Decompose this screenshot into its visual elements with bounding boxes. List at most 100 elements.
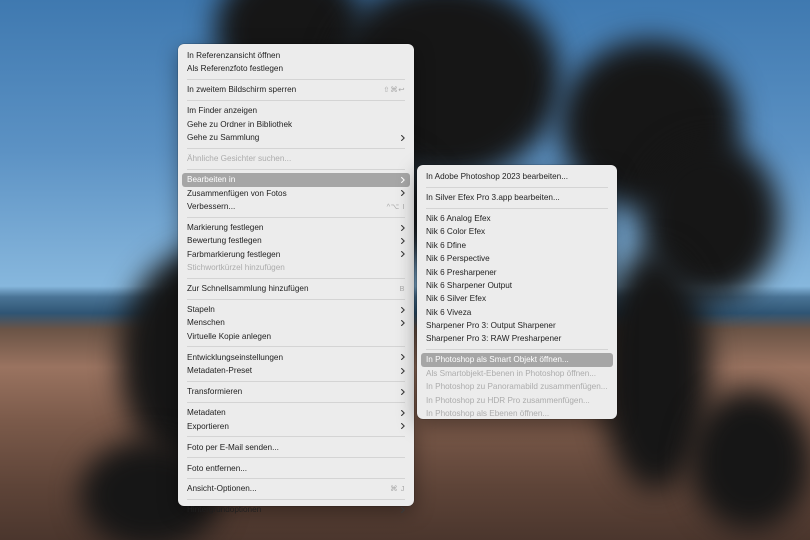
menu-item-menschen[interactable]: Menschen [182,316,410,329]
menu-item-sharpener-pro-3-output-sharpener[interactable]: Sharpener Pro 3: Output Sharpener [421,319,613,332]
menu-item-label: Farbmarkierung festlegen [187,249,281,259]
chevron-right-icon [397,131,405,144]
menu-item-hintergrundoptionen[interactable]: Hintergrundoptionen [182,503,410,516]
menu-separator [187,401,405,403]
menu-item-nik-6-silver-efex[interactable]: Nik 6 Silver Efex [421,292,613,305]
menu-item-label: Markierung festlegen [187,222,264,232]
menu-item-nik-6-sharpener-output[interactable]: Nik 6 Sharpener Output [421,279,613,292]
menu-item-im-finder-anzeigen[interactable]: Im Finder anzeigen [182,104,410,117]
menu-item-in-silver-efex-pro-3-app-bearbeiten[interactable]: In Silver Efex Pro 3.app bearbeiten... [421,191,613,204]
menu-item-sharpener-pro-3-raw-presharpener[interactable]: Sharpener Pro 3: RAW Presharpener [421,332,613,345]
menu-item-markierung-festlegen[interactable]: Markierung festlegen [182,221,410,234]
menu-item-nik-6-analog-efex[interactable]: Nik 6 Analog Efex [421,212,613,225]
chevron-right-icon [397,364,405,377]
chevron-right-icon [397,303,405,316]
menu-item-gehe-zu-ordner-in-bibliothek[interactable]: Gehe zu Ordner in Bibliothek [182,118,410,131]
menu-item-stapeln[interactable]: Stapeln [182,303,410,316]
menu-item-transformieren[interactable]: Transformieren [182,385,410,398]
menu-item-label: In Photoshop als Smart Objekt öffnen... [426,355,569,365]
menu-item-farbmarkierung-festlegen[interactable]: Farbmarkierung festlegen [182,248,410,261]
menu-item-label: Stapeln [187,305,215,315]
menu-item-label: Nik 6 Dfine [426,240,467,250]
keyboard-shortcut: ^⌥ I [386,201,405,211]
menu-item-label: Zusammenfügen von Fotos [187,188,287,198]
menu-item-label: Ähnliche Gesichter suchen... [187,154,292,164]
menu-item-label: Gehe zu Ordner in Bibliothek [187,119,293,129]
menu-separator [187,457,405,459]
menu-item-label: Nik 6 Sharpener Output [426,280,513,290]
menu-item-aehnliche-gesichter-suchen: Ähnliche Gesichter suchen... [182,152,410,165]
menu-item-bewertung-festlegen[interactable]: Bewertung festlegen [182,234,410,247]
menu-item-label: In Referenzansicht öffnen [187,51,281,60]
menu-separator [187,168,405,170]
menu-item-nik-6-color-efex[interactable]: Nik 6 Color Efex [421,225,613,238]
menu-separator [187,79,405,81]
menu-item-in-zweitem-bildschirm-sperren[interactable]: In zweitem Bildschirm sperren ⇧⌘↩ [182,83,410,96]
menu-item-metadaten[interactable]: Metadaten [182,406,410,419]
menu-item-zur-schnellsammlung-hinzufuegen[interactable]: Zur Schnellsammlung hinzufügen B [182,282,410,295]
chevron-right-icon [397,385,405,398]
menu-item-in-photoshop-als-ebenen-oeffnen: In Photoshop als Ebenen öffnen... [421,407,613,420]
menu-item-nik-6-presharpener[interactable]: Nik 6 Presharpener [421,266,613,279]
menu-item-entwicklungseinstellungen[interactable]: Entwicklungseinstellungen [182,351,410,364]
chevron-right-icon [397,221,405,234]
chevron-right-icon [397,316,405,329]
chevron-right-icon [397,420,405,433]
menu-item-stichwortkuerzel-hinzufuegen: Stichwortkürzel hinzufügen [182,261,410,274]
menu-item-gehe-zu-sammlung[interactable]: Gehe zu Sammlung [182,131,410,144]
menu-separator [187,277,405,279]
menu-separator [187,298,405,300]
menu-separator [187,436,405,438]
menu-item-label: Nik 6 Presharpener [426,267,497,277]
menu-item-foto-per-e-mail-senden[interactable]: Foto per E-Mail senden... [182,441,410,454]
menu-item-bearbeiten-in[interactable]: Bearbeiten in [182,173,410,187]
menu-item-label: Virtuelle Kopie anlegen [187,331,272,341]
context-menu: In Referenzansicht öffnen Als Referenzfot… [178,44,414,514]
chevron-right-icon [397,351,405,364]
menu-item-als-referenzfoto-festlegen[interactable]: Als Referenzfoto festlegen [182,62,410,75]
menu-item-label: Als Referenzfoto festlegen [187,64,284,74]
menu-item-label: Ansicht-Optionen... [187,484,257,494]
menu-item-als-smartobjekt-ebenen-in-photoshop-oeffnen: Als Smartobjekt-Ebenen in Photoshop öffn… [421,367,613,380]
menu-separator [426,349,608,351]
chevron-right-icon [397,406,405,419]
menu-item-virtuelle-kopie-anlegen[interactable]: Virtuelle Kopie anlegen [182,330,410,343]
menu-item-label: Hintergrundoptionen [187,505,262,515]
keyboard-shortcut: ⌘ J [390,484,405,494]
chevron-right-icon [397,187,405,200]
chevron-right-icon [397,248,405,261]
menu-item-in-referenzansicht-oeffnen[interactable]: In Referenzansicht öffnen [182,49,410,62]
menu-item-nik-6-dfine[interactable]: Nik 6 Dfine [421,239,613,252]
menu-separator [187,499,405,501]
menu-separator [426,186,608,188]
menu-separator [187,147,405,149]
chevron-right-icon [397,173,405,186]
menu-separator [187,216,405,218]
menu-separator [187,100,405,102]
menu-item-in-photoshop-zu-panoramabild-zusammenfuegen: In Photoshop zu Panoramabild zusammenfüg… [421,380,613,393]
edit-in-submenu: In Adobe Photoshop 2023 bearbeiten... In … [417,165,617,419]
menu-item-label: Nik 6 Analog Efex [426,213,491,223]
menu-item-zusammenfuegen-von-fotos[interactable]: Zusammenfügen von Fotos [182,187,410,200]
menu-item-metadaten-preset[interactable]: Metadaten-Preset [182,364,410,377]
menu-item-label: In Photoshop zu HDR Pro zusammenfügen... [426,395,590,405]
menu-item-label: Menschen [187,318,225,328]
menu-item-label: Metadaten [187,408,226,418]
menu-item-nik-6-viveza[interactable]: Nik 6 Viveza [421,306,613,319]
menu-item-label: Verbessern... [187,201,236,211]
menu-item-label: Stichwortkürzel hinzufügen [187,263,285,273]
menu-item-foto-entfernen[interactable]: Foto entfernen... [182,462,410,475]
menu-separator [187,380,405,382]
menu-item-label: In zweitem Bildschirm sperren [187,85,297,95]
menu-item-verbessern[interactable]: Verbessern... ^⌥ I [182,200,410,213]
keyboard-shortcut: B [399,284,405,294]
menu-item-nik-6-perspective[interactable]: Nik 6 Perspective [421,252,613,265]
menu-item-label: In Photoshop zu Panoramabild zusammenfüg… [426,382,608,392]
chevron-right-icon [397,234,405,247]
menu-item-label: Nik 6 Silver Efex [426,294,487,304]
menu-item-exportieren[interactable]: Exportieren [182,420,410,433]
menu-item-label: Foto per E-Mail senden... [187,442,279,452]
menu-item-ansicht-optionen[interactable]: Ansicht-Optionen... ⌘ J [182,482,410,495]
menu-item-in-adobe-photoshop-2023-bearbeiten[interactable]: In Adobe Photoshop 2023 bearbeiten... [421,170,613,183]
menu-item-in-photoshop-als-smart-objekt-oeffnen[interactable]: In Photoshop als Smart Objekt öffnen... [421,353,613,367]
